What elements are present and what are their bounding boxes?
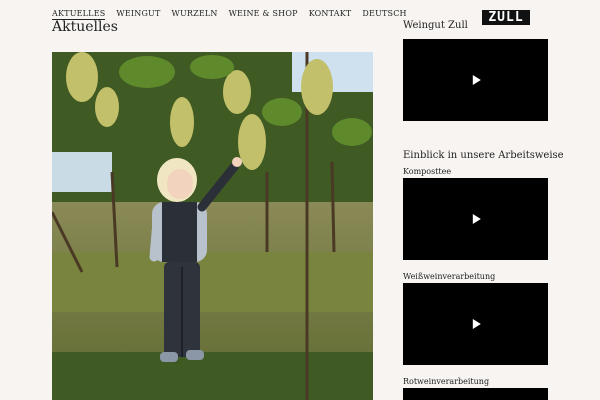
page-title: Aktuelles — [52, 19, 118, 35]
nav-item-kontakt[interactable]: KONTAKT — [309, 9, 352, 20]
nav-item-wurzeln[interactable]: WURZELN — [172, 9, 218, 20]
sidebar-heading-weingut-zull: Weingut Zull — [403, 20, 468, 31]
play-icon[interactable] — [472, 319, 481, 329]
sidebar-heading-arbeitsweise: Einblick in unsere Arbeitsweise — [403, 150, 564, 161]
video-player-rotweinverarbeitung[interactable] — [403, 388, 548, 400]
site-logo[interactable]: ZULL — [482, 10, 530, 25]
video-caption-weissweinverarbeitung: Weißweinverarbeitung — [403, 272, 496, 281]
video-player-weissweinverarbeitung[interactable] — [403, 283, 548, 365]
hero-image — [52, 52, 373, 400]
nav-item-weingut[interactable]: WEINGUT — [116, 9, 160, 20]
video-caption-rotweinverarbeitung: Rotweinverarbeitung — [403, 377, 490, 386]
nav-item-language[interactable]: DEUTSCH — [362, 9, 406, 20]
nav-item-weine-shop[interactable]: WEINE & SHOP — [229, 9, 298, 20]
video-player-komposttee[interactable] — [403, 178, 548, 260]
play-icon[interactable] — [472, 214, 481, 224]
play-icon[interactable] — [472, 75, 481, 85]
video-player-weingut-zull[interactable] — [403, 39, 548, 121]
video-caption-komposttee: Komposttee — [403, 167, 452, 176]
